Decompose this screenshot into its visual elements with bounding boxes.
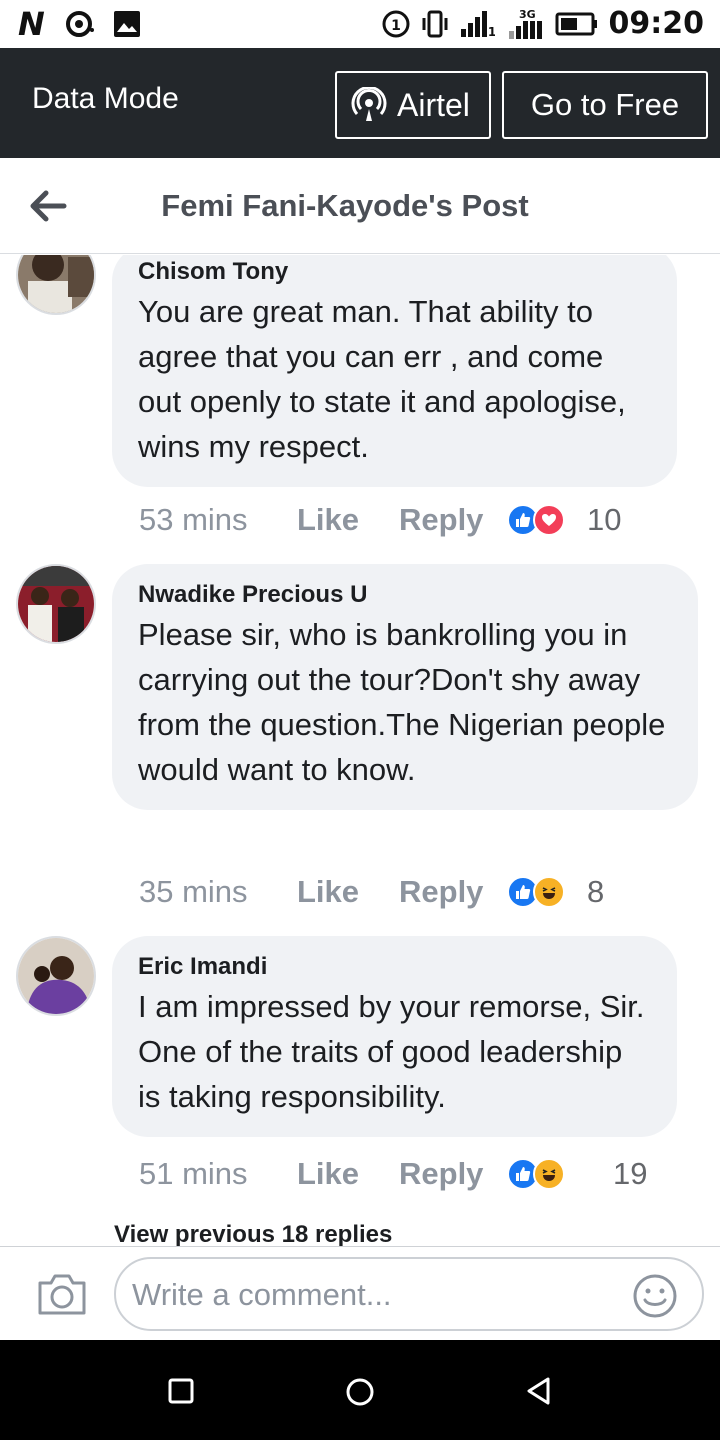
- comment-time[interactable]: 51 mins: [139, 1156, 297, 1192]
- home-icon[interactable]: [344, 1376, 376, 1408]
- reply-button[interactable]: Reply: [399, 874, 507, 910]
- avatar[interactable]: [16, 564, 96, 644]
- avatar[interactable]: [16, 936, 96, 1016]
- emoji-icon[interactable]: [632, 1273, 678, 1319]
- comment-time[interactable]: 53 mins: [139, 502, 297, 538]
- vibrate-icon: [422, 10, 447, 38]
- sim-1-icon: 1: [382, 10, 409, 38]
- go-to-free-label: Go to Free: [530, 87, 680, 122]
- camera-icon[interactable]: [36, 1271, 88, 1317]
- reactions-summary[interactable]: [507, 876, 565, 908]
- reaction-count: 10: [587, 502, 622, 537]
- like-button[interactable]: Like: [297, 1156, 399, 1192]
- signal-icon: 1: [460, 11, 495, 39]
- comments-list[interactable]: Chisom Tony You are great man. That abil…: [0, 255, 720, 1246]
- status-bar: N 1 1 3G 09:20: [0, 0, 720, 48]
- status-right-icons: 1 1 3G 09:20: [381, 6, 705, 42]
- comment-composer: Write a comment...: [0, 1246, 720, 1340]
- view-previous-replies-link[interactable]: View previous 18 replies: [114, 1221, 392, 1246]
- like-button[interactable]: Like: [297, 874, 399, 910]
- laughing-face-icon: [533, 1158, 565, 1190]
- comment-bubble[interactable]: Eric Imandi I am impressed by your remor…: [112, 936, 677, 1137]
- reply-button[interactable]: Reply: [399, 502, 507, 538]
- reactions-summary[interactable]: [507, 504, 565, 536]
- status-left-icons: N: [18, 8, 141, 40]
- heart-icon: [533, 504, 565, 536]
- recent-apps-icon[interactable]: [166, 1376, 196, 1406]
- network-type-label: 3G: [519, 8, 536, 21]
- comment-bubble[interactable]: Nwadike Precious U Please sir, who is ba…: [112, 564, 698, 810]
- page-title: Femi Fani-Kayode's Post: [161, 188, 529, 223]
- comment-input[interactable]: Write a comment...: [114, 1257, 704, 1331]
- reaction-count: 19: [613, 1156, 648, 1191]
- airtel-button[interactable]: Airtel: [335, 71, 491, 139]
- svg-text:1: 1: [487, 25, 494, 39]
- back-nav-icon[interactable]: [524, 1376, 554, 1406]
- comment-input-placeholder: Write a comment...: [132, 1277, 392, 1312]
- signal-3g-icon: 3G: [508, 8, 542, 39]
- comment-author[interactable]: Eric Imandi: [138, 952, 653, 982]
- reaction-count: 8: [587, 874, 605, 909]
- n-logo-icon: N: [18, 5, 45, 43]
- broadcast-icon: [351, 87, 387, 121]
- image-icon: [113, 11, 140, 37]
- comment-actions: 53 mins Like Reply 10: [139, 500, 621, 540]
- data-mode-title: Data Mode: [32, 82, 179, 115]
- reactions-summary[interactable]: [507, 1158, 565, 1190]
- like-button[interactable]: Like: [297, 502, 399, 538]
- laughing-face-icon: [533, 876, 565, 908]
- reply-button[interactable]: Reply: [399, 1156, 507, 1192]
- svg-text:1: 1: [391, 18, 401, 34]
- comment-text: Please sir, who is bankrolling you in ca…: [138, 617, 666, 787]
- comment-bubble[interactable]: Chisom Tony You are great man. That abil…: [112, 255, 677, 487]
- data-mode-bar: Data Mode Airtel Go to Free: [0, 48, 720, 158]
- avatar[interactable]: [16, 255, 96, 315]
- go-to-free-button[interactable]: Go to Free: [502, 71, 708, 139]
- airtel-label: Airtel: [397, 86, 470, 123]
- battery-icon: [555, 12, 597, 36]
- record-icon: [65, 11, 94, 37]
- comment-actions: 51 mins Like Reply 19: [139, 1154, 647, 1194]
- comment-author[interactable]: Nwadike Precious U: [138, 580, 674, 610]
- comment-text: I am impressed by your remorse, Sir. One…: [138, 989, 645, 1114]
- comment-text: You are great man. That ability to agree…: [138, 294, 626, 464]
- comment-actions: 35 mins Like Reply 8: [139, 872, 604, 912]
- comment-author[interactable]: Chisom Tony: [138, 257, 653, 287]
- system-navigation-bar: [0, 1340, 720, 1440]
- comment-time[interactable]: 35 mins: [139, 874, 297, 910]
- post-header: Femi Fani-Kayode's Post: [0, 158, 720, 254]
- clock: 09:20: [608, 6, 705, 41]
